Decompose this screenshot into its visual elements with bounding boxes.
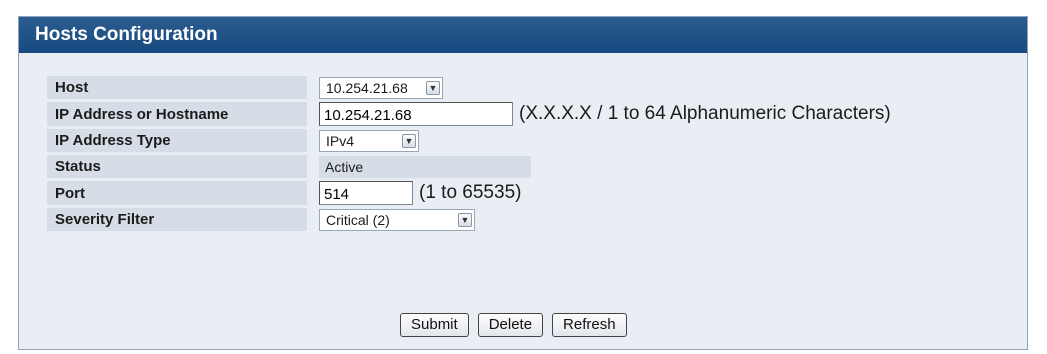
host-select[interactable]: 10.254.21.68 ▼ [319,76,443,99]
row-ip-type: IP Address Type IPv4 ▼ [47,129,891,152]
ip-address-hint: (X.X.X.X / 1 to 64 Alphanumeric Characte… [519,103,891,124]
ip-type-select[interactable]: IPv4 ▼ [319,129,419,152]
action-buttons: Submit Delete Refresh [400,313,627,337]
hosts-configuration-panel: Hosts Configuration Host 10.254.21.68 ▼ … [18,16,1028,350]
chevron-down-icon[interactable]: ▼ [426,80,440,95]
ip-address-label: IP Address or Hostname [47,102,307,126]
chevron-down-icon[interactable]: ▼ [458,212,472,227]
host-label: Host [47,76,307,99]
ip-address-input[interactable] [319,102,513,126]
host-select-value: 10.254.21.68 [326,79,408,96]
delete-button[interactable]: Delete [477,313,544,337]
ip-type-label: IP Address Type [47,129,307,152]
port-input[interactable] [319,181,413,205]
row-status: Status Active [47,155,891,178]
status-label: Status [47,155,307,178]
status-value: Active [319,155,531,178]
hosts-form: Host 10.254.21.68 ▼ IP Address or Hostna… [47,73,891,234]
panel-title: Hosts Configuration [19,17,1027,53]
refresh-button[interactable]: Refresh [552,313,627,337]
row-host: Host 10.254.21.68 ▼ [47,76,891,99]
severity-select-value: Critical (2) [326,211,390,228]
ip-type-select-value: IPv4 [326,132,355,149]
port-label: Port [47,181,307,205]
port-hint: (1 to 65535) [419,182,522,203]
severity-select[interactable]: Critical (2) ▼ [319,208,475,231]
submit-button[interactable]: Submit [400,313,469,337]
row-ip-address: IP Address or Hostname (X.X.X.X / 1 to 6… [47,102,891,126]
severity-label: Severity Filter [47,208,307,231]
chevron-down-icon[interactable]: ▼ [402,133,416,148]
row-severity: Severity Filter Critical (2) ▼ [47,208,891,231]
row-port: Port (1 to 65535) [47,181,891,205]
